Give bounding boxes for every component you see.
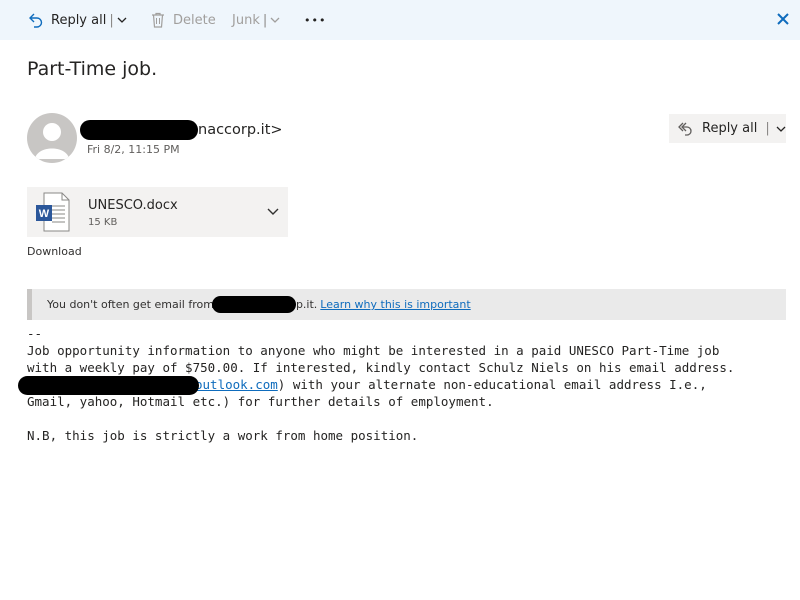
junk-label: Junk (232, 12, 260, 28)
body-line: Job opportunity information to anyone wh… (27, 343, 720, 358)
attachment-name: UNESCO.docx (88, 198, 178, 213)
more-actions-button[interactable]: ••• (304, 0, 326, 40)
reply-all-button[interactable]: Reply all | (669, 114, 786, 143)
command-toolbar: Reply all | Delete Junk | ••• (0, 0, 800, 40)
body-line: -- (27, 326, 43, 341)
chevron-down-icon[interactable] (270, 15, 280, 25)
body-line: N.B, this job is strictly a work from ho… (27, 428, 419, 443)
email-date: Fri 8/2, 11:15 PM (87, 143, 180, 156)
redacted-domain (211, 296, 296, 313)
chevron-down-icon[interactable] (776, 124, 786, 134)
person-icon (35, 123, 69, 159)
redacted-sender-name (80, 120, 198, 140)
reply-all-icon (29, 13, 43, 28)
warning-text-suffix: p.it. (295, 298, 318, 311)
attachment-size: 15 KB (88, 217, 118, 228)
separator: | (765, 121, 770, 136)
delete-label: Delete (173, 12, 216, 28)
reply-all-label: Reply all (702, 121, 758, 136)
attachment-card[interactable]: W UNESCO.docx 15 KB (27, 187, 288, 237)
reply-all-label: Reply all (51, 12, 107, 28)
download-link[interactable]: Download (27, 245, 82, 258)
sender-address-text: naccorp.it> (198, 122, 283, 138)
svg-text:W: W (39, 208, 50, 220)
redacted-email-address (18, 376, 199, 395)
warning-text-prefix: You don't often get email from (47, 298, 214, 311)
learn-why-link[interactable]: Learn why this is important (320, 298, 470, 311)
junk-button[interactable]: Junk | (232, 0, 280, 40)
external-sender-warning: You don't often get email from p.it. Lea… (27, 289, 786, 320)
word-document-icon: W (36, 192, 70, 232)
chevron-down-icon[interactable] (117, 15, 127, 25)
body-line: Gmail, yahoo, Hotmail etc.) for further … (27, 394, 494, 409)
separator: | (109, 12, 114, 28)
chevron-down-icon[interactable] (267, 207, 279, 217)
reply-all-icon (678, 122, 692, 136)
sender-avatar (27, 113, 77, 163)
more-icon: ••• (304, 13, 327, 27)
body-text-span: ) with your alternate non-educational em… (277, 377, 707, 392)
email-link[interactable]: outlook.com (195, 377, 278, 392)
separator: | (262, 12, 268, 28)
body-line (27, 410, 734, 427)
sender-address[interactable]: naccorp.it> (80, 119, 283, 141)
body-line: with a weekly pay of $750.00. If interes… (27, 360, 735, 375)
email-subject: Part-Time job. (27, 58, 158, 80)
trash-icon (152, 12, 164, 28)
reply-all-toolbar-button[interactable]: Reply all | (28, 0, 127, 40)
delete-button[interactable]: Delete (151, 0, 216, 40)
close-icon[interactable] (776, 12, 790, 26)
